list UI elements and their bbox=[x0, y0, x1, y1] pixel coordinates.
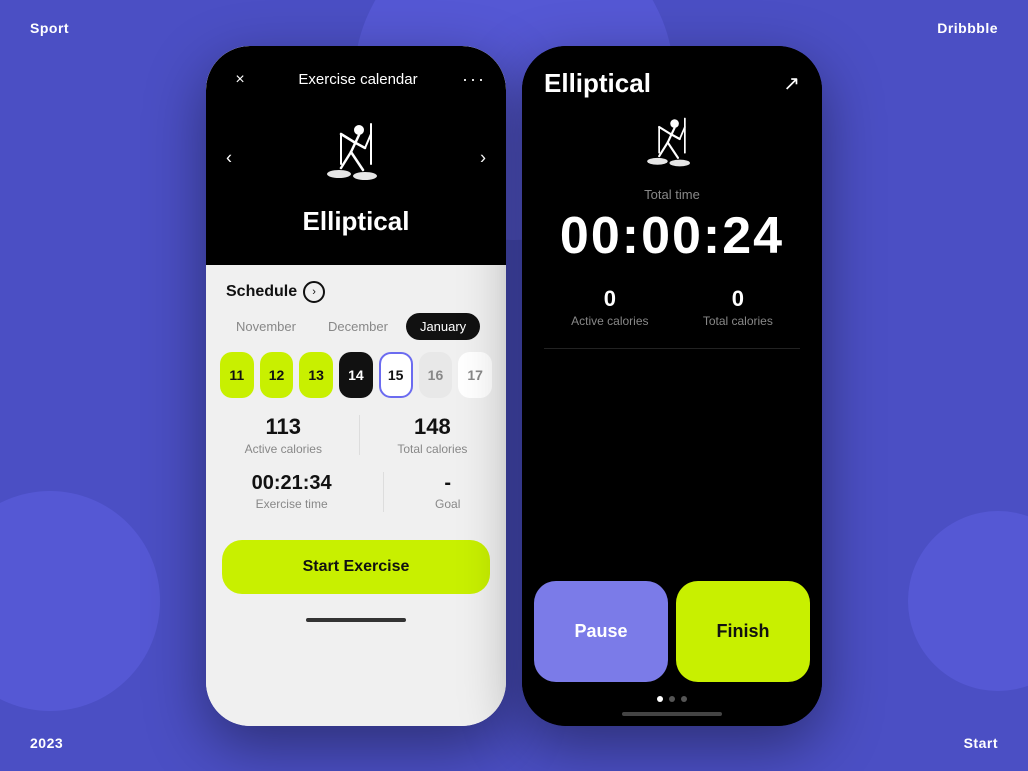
stats-row: 113 Active calories 148 Total calories bbox=[206, 414, 506, 456]
phones-container: × Exercise calendar ··· ‹ bbox=[206, 46, 822, 726]
action-buttons: Pause Finish bbox=[522, 569, 822, 682]
corner-sport-label: Sport bbox=[30, 20, 69, 36]
exercise-time-stat: 00:21:34 Exercise time bbox=[252, 472, 332, 512]
schedule-section: Schedule › November December January 11 … bbox=[206, 265, 506, 726]
p2-active-cal-value: 0 bbox=[571, 286, 648, 312]
phone-exercise-calendar: × Exercise calendar ··· ‹ bbox=[206, 46, 506, 726]
workout-title-bar: Elliptical ↗ bbox=[544, 68, 800, 99]
active-calories-stat: 113 Active calories bbox=[245, 414, 322, 456]
header-bar: × Exercise calendar ··· bbox=[226, 66, 486, 94]
corner-year-label: 2023 bbox=[30, 735, 63, 751]
p2-total-cal-label: Total calories bbox=[703, 314, 773, 328]
active-calories-label: Active calories bbox=[245, 442, 322, 456]
dot-3 bbox=[681, 696, 687, 702]
total-calories-value: 148 bbox=[397, 414, 467, 440]
workout-top: Elliptical ↗ bbox=[522, 46, 822, 569]
finish-button[interactable]: Finish bbox=[676, 581, 810, 682]
active-calories-value: 113 bbox=[245, 414, 322, 440]
bg-decoration-right bbox=[908, 511, 1028, 691]
workout-title: Elliptical bbox=[544, 68, 651, 99]
nav-right-arrow[interactable]: › bbox=[480, 147, 486, 168]
exercise-header: × Exercise calendar ··· ‹ bbox=[206, 46, 506, 265]
date-12[interactable]: 12 bbox=[260, 352, 294, 398]
pause-button[interactable]: Pause bbox=[534, 581, 668, 682]
tab-december[interactable]: December bbox=[314, 313, 402, 340]
external-link-icon[interactable]: ↗ bbox=[783, 71, 800, 96]
phone-active-workout: Elliptical ↗ bbox=[522, 46, 822, 726]
goal-value: - bbox=[435, 472, 460, 495]
schedule-title: Schedule bbox=[226, 283, 297, 301]
date-13[interactable]: 13 bbox=[299, 352, 333, 398]
total-time-label: Total time bbox=[544, 187, 800, 202]
date-17[interactable]: 17 bbox=[458, 352, 492, 398]
p2-active-cal-label: Active calories bbox=[571, 314, 648, 328]
dot-1 bbox=[657, 696, 663, 702]
time-row: 00:21:34 Exercise time - Goal bbox=[206, 464, 506, 520]
total-calories-stat: 148 Total calories bbox=[397, 414, 467, 456]
bg-decoration-left bbox=[0, 491, 160, 711]
timer-display: 00:00:24 bbox=[544, 206, 800, 266]
exercise-name: Elliptical bbox=[226, 206, 486, 237]
phone1-inner: × Exercise calendar ··· ‹ bbox=[206, 46, 506, 726]
date-16[interactable]: 16 bbox=[419, 352, 453, 398]
exercise-time-value: 00:21:34 bbox=[252, 472, 332, 495]
corner-start-label: Start bbox=[964, 735, 998, 751]
goal-stat: - Goal bbox=[435, 472, 460, 512]
exercise-time-label: Exercise time bbox=[252, 497, 332, 511]
home-bar-2 bbox=[622, 712, 722, 716]
calendar-title: Exercise calendar bbox=[298, 71, 417, 88]
elliptical-icon bbox=[321, 120, 391, 190]
goal-label: Goal bbox=[435, 497, 460, 511]
tab-january[interactable]: January bbox=[406, 313, 480, 340]
corner-dribbble-label: Dribbble bbox=[937, 20, 998, 36]
exercise-icon-area: ‹ bbox=[226, 110, 486, 206]
date-14[interactable]: 14 bbox=[339, 352, 373, 398]
stat-divider bbox=[359, 415, 360, 455]
date-row: 11 12 13 14 15 16 17 bbox=[206, 352, 506, 398]
start-exercise-button[interactable]: Start Exercise bbox=[222, 540, 490, 594]
schedule-header: Schedule › bbox=[206, 265, 506, 313]
p2-total-cal-value: 0 bbox=[703, 286, 773, 312]
dot-2 bbox=[669, 696, 675, 702]
date-15[interactable]: 15 bbox=[379, 352, 413, 398]
date-11[interactable]: 11 bbox=[220, 352, 254, 398]
phone2-inner: Elliptical ↗ bbox=[522, 46, 822, 726]
page-dots bbox=[522, 682, 822, 710]
total-calories-label: Total calories bbox=[397, 442, 467, 456]
month-tabs: November December January bbox=[206, 313, 506, 340]
close-button[interactable]: × bbox=[226, 66, 254, 94]
schedule-forward-icon[interactable]: › bbox=[303, 281, 325, 303]
p2-active-cal: 0 Active calories bbox=[571, 286, 648, 328]
home-bar-1 bbox=[306, 618, 406, 622]
p2-total-cal: 0 Total calories bbox=[703, 286, 773, 328]
workout-elliptical-icon bbox=[642, 115, 702, 175]
time-divider bbox=[383, 472, 384, 512]
more-button[interactable]: ··· bbox=[462, 69, 486, 90]
tab-november[interactable]: November bbox=[222, 313, 310, 340]
active-calories-row: 0 Active calories 0 Total calories bbox=[544, 286, 800, 349]
workout-icon-area bbox=[544, 115, 800, 175]
nav-left-arrow[interactable]: ‹ bbox=[226, 147, 232, 168]
